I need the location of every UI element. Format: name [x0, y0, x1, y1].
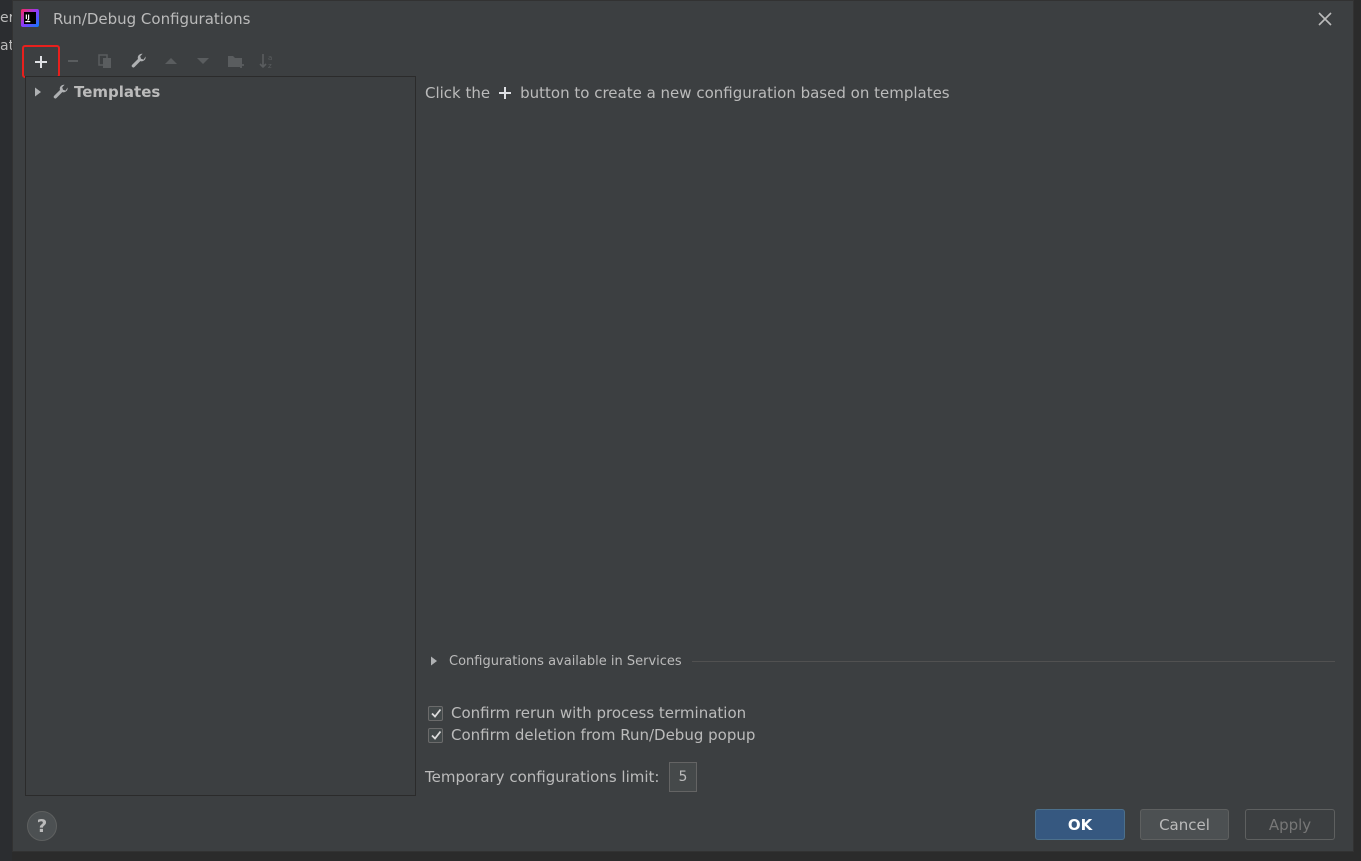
confirm-deletion-label: Confirm deletion from Run/Debug popup: [451, 726, 756, 744]
checkbox-box[interactable]: [428, 727, 443, 743]
tree-item-label: Templates: [74, 83, 161, 101]
close-icon: [1318, 12, 1332, 26]
edit-templates-button[interactable]: [123, 45, 155, 77]
configurations-toolbar: a z: [21, 45, 421, 78]
services-label[interactable]: Configurations available in Services: [449, 654, 682, 669]
separator-line: [691, 660, 1335, 662]
services-section: Configurations available in Services: [429, 651, 1335, 671]
add-button[interactable]: [22, 45, 60, 78]
confirm-deletion-checkbox[interactable]: Confirm deletion from Run/Debug popup: [428, 725, 755, 745]
run-debug-configurations-dialog: IJ Run/Debug Configurations a z Template…: [12, 0, 1354, 852]
move-down-button[interactable]: [187, 45, 219, 77]
ok-button[interactable]: OK: [1035, 809, 1125, 840]
close-button[interactable]: [1313, 7, 1337, 31]
wrench-icon: [53, 84, 68, 99]
folder-add-icon: [228, 56, 244, 68]
dialog-titlebar: IJ Run/Debug Configurations: [13, 1, 1353, 37]
tree-item-templates[interactable]: Templates: [26, 81, 415, 103]
copy-icon: [98, 54, 111, 68]
plus-icon: [35, 55, 47, 68]
move-up-button[interactable]: [155, 45, 187, 77]
checkmark-icon: [430, 730, 441, 740]
dialog-title: Run/Debug Configurations: [53, 10, 251, 28]
cancel-button[interactable]: Cancel: [1140, 809, 1229, 840]
background-window-strip: er at: [0, 0, 14, 861]
remove-button[interactable]: [57, 45, 89, 77]
temp-limit-input[interactable]: 5: [669, 762, 697, 792]
checkbox-box[interactable]: [428, 705, 443, 721]
arrow-up-icon: [165, 58, 177, 64]
new-folder-button[interactable]: [220, 45, 252, 77]
arrow-down-icon: [197, 58, 209, 64]
svg-text:z: z: [268, 62, 272, 70]
svg-text:IJ: IJ: [25, 14, 29, 21]
confirm-rerun-label: Confirm rerun with process termination: [451, 704, 747, 722]
confirm-rerun-checkbox[interactable]: Confirm rerun with process termination: [428, 703, 746, 723]
intellij-idea-icon: IJ: [21, 9, 39, 27]
temp-limit-label: Temporary configurations limit:: [425, 768, 660, 786]
chevron-right-icon[interactable]: [32, 86, 44, 98]
chevron-right-icon[interactable]: [429, 656, 439, 666]
checkmark-icon: [430, 708, 441, 718]
sort-button[interactable]: a z: [252, 45, 284, 77]
svg-text:a: a: [268, 54, 272, 62]
apply-button[interactable]: Apply: [1245, 809, 1335, 840]
plus-icon: [499, 87, 512, 99]
help-button[interactable]: ?: [27, 811, 57, 841]
wrench-icon: [131, 53, 146, 68]
sort-alpha-icon: a z: [259, 54, 272, 70]
hint-prefix: Click the: [425, 84, 491, 102]
copy-button[interactable]: [89, 45, 121, 77]
hint-suffix: button to create a new configuration bas…: [520, 84, 950, 102]
configurations-tree: Templates: [25, 76, 416, 796]
empty-state-hint: Click the button to create a new configu…: [425, 84, 950, 102]
minus-icon: [68, 60, 78, 62]
